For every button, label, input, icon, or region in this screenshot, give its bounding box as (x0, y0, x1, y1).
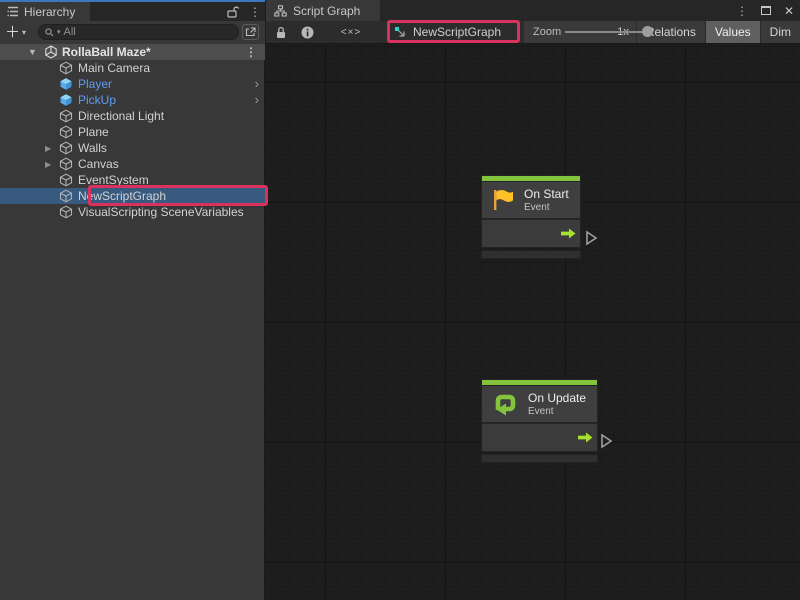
on-start-node-ports (481, 219, 581, 248)
row-walls[interactable]: ▶Walls (0, 140, 265, 156)
search-filter-caret-icon: ▾ (57, 28, 61, 36)
hierarchy-search-input[interactable]: ▾ All (38, 24, 239, 40)
prefab-cube-icon (59, 77, 73, 91)
unity-logo-icon (44, 45, 58, 59)
script-graph-tabbar: Script Graph ⋮ ✕ (266, 0, 800, 21)
tab-script-graph-label: Script Graph (293, 4, 360, 18)
flag-icon (490, 187, 516, 213)
search-icon (45, 28, 54, 37)
update-loop-icon (490, 391, 520, 418)
info-icon (301, 26, 314, 39)
panel-menu-icon[interactable]: ⋮ (736, 5, 748, 17)
node-footer (481, 250, 581, 259)
row-pickup[interactable]: PickUp› (0, 92, 265, 108)
plus-icon: ＋ (5, 25, 20, 40)
close-icon[interactable]: ✕ (784, 4, 794, 18)
gameobject-cube-icon (59, 61, 73, 75)
info-button[interactable] (296, 21, 318, 43)
hierarchy-panel: Hierarchy ⋮ ＋ ▾ ▾ All (0, 0, 265, 600)
on-update-node-header[interactable]: On Update Event (481, 385, 598, 423)
prefab-open-chevron-icon[interactable]: › (255, 93, 259, 106)
tab-script-graph[interactable]: Script Graph (266, 0, 380, 21)
zoom-label: Zoom (533, 26, 561, 38)
node-footer (481, 454, 598, 463)
row-plane[interactable]: Plane (0, 124, 265, 140)
flow-arrow-icon[interactable] (578, 432, 593, 443)
node-title: On Start (524, 187, 569, 201)
hierarchy-tabbar: Hierarchy ⋮ (0, 2, 265, 21)
node-subtitle: Event (528, 406, 586, 417)
on-start-node-header[interactable]: On Start Event (481, 181, 581, 219)
row-canvas[interactable]: ▶Canvas (0, 156, 265, 172)
zoom-slider[interactable] (565, 21, 612, 43)
gameobject-cube-icon (59, 109, 73, 123)
tab-hierarchy-label: Hierarchy (24, 5, 75, 19)
unlock-icon[interactable] (226, 5, 239, 18)
graph-canvas[interactable]: On Start Event (266, 44, 800, 600)
prefab-open-chevron-icon[interactable]: › (255, 77, 259, 90)
row-main-camera[interactable]: Main Camera (0, 60, 265, 76)
gameobject-cube-icon (59, 173, 73, 187)
code-icon: <×> (341, 27, 362, 38)
tab-hierarchy[interactable]: Hierarchy (0, 2, 90, 21)
foldout-expanded-icon[interactable]: ▼ (28, 47, 37, 57)
search-filter-value: All (64, 26, 76, 38)
gameobject-cube-icon (59, 157, 73, 171)
gameobject-cube-icon (59, 189, 73, 203)
lock-icon (275, 26, 287, 39)
hierarchy-toolbar: ＋ ▾ ▾ All (0, 21, 265, 44)
on-update-node-ports (481, 423, 598, 452)
scene-menu-icon[interactable]: ⋮ (245, 46, 257, 58)
script-graph-toolbar: <×> NewScriptGraph Zoom 1x Relations Val… (266, 21, 800, 44)
graph-icon (274, 5, 287, 17)
scene-name: RollaBall Maze* (62, 45, 151, 59)
on-update-output-port[interactable] (600, 433, 613, 449)
gameobject-cube-icon (59, 141, 73, 155)
prefab-cube-icon (59, 93, 73, 107)
row-visualscripting-scenevariables[interactable]: VisualScripting SceneVariables (0, 204, 265, 220)
node-subtitle: Event (524, 202, 569, 213)
dim-toggle[interactable]: Dim (760, 21, 800, 43)
scene-header-row[interactable]: ▼ RollaBall Maze* ⋮ (0, 44, 265, 60)
row-directional-light[interactable]: Directional Light (0, 108, 265, 124)
lock-button[interactable] (270, 21, 292, 43)
values-toggle[interactable]: Values (705, 21, 760, 43)
preview-code-button[interactable]: <×> (338, 21, 364, 43)
unity-editor: Hierarchy ⋮ ＋ ▾ ▾ All (0, 0, 800, 600)
foldout-collapsed-icon[interactable]: ▶ (45, 144, 51, 153)
zoom-slider-track[interactable] (565, 31, 653, 33)
annotation-box-hierarchy (88, 185, 268, 206)
foldout-collapsed-icon[interactable]: ▶ (45, 160, 51, 169)
annotation-box-graph-name (387, 20, 520, 43)
chevron-down-icon: ▾ (22, 28, 26, 37)
gameobject-cube-icon (59, 205, 73, 219)
scene-picker-button[interactable] (242, 24, 259, 40)
on-start-node[interactable]: On Start Event (481, 175, 581, 259)
on-start-output-port[interactable] (585, 230, 598, 246)
hierarchy-menu-icon[interactable]: ⋮ (249, 6, 261, 18)
gameobject-cube-icon (59, 125, 73, 139)
flow-arrow-icon[interactable] (561, 228, 576, 239)
maximize-icon[interactable] (761, 6, 771, 15)
node-title: On Update (528, 391, 586, 405)
add-object-button[interactable]: ＋ ▾ (5, 25, 26, 40)
script-graph-panel: Script Graph ⋮ ✕ (266, 0, 800, 600)
on-update-node[interactable]: On Update Event (481, 379, 598, 463)
hierarchy-icon (7, 6, 19, 17)
row-player[interactable]: Player› (0, 76, 265, 92)
open-in-window-icon (245, 27, 256, 37)
